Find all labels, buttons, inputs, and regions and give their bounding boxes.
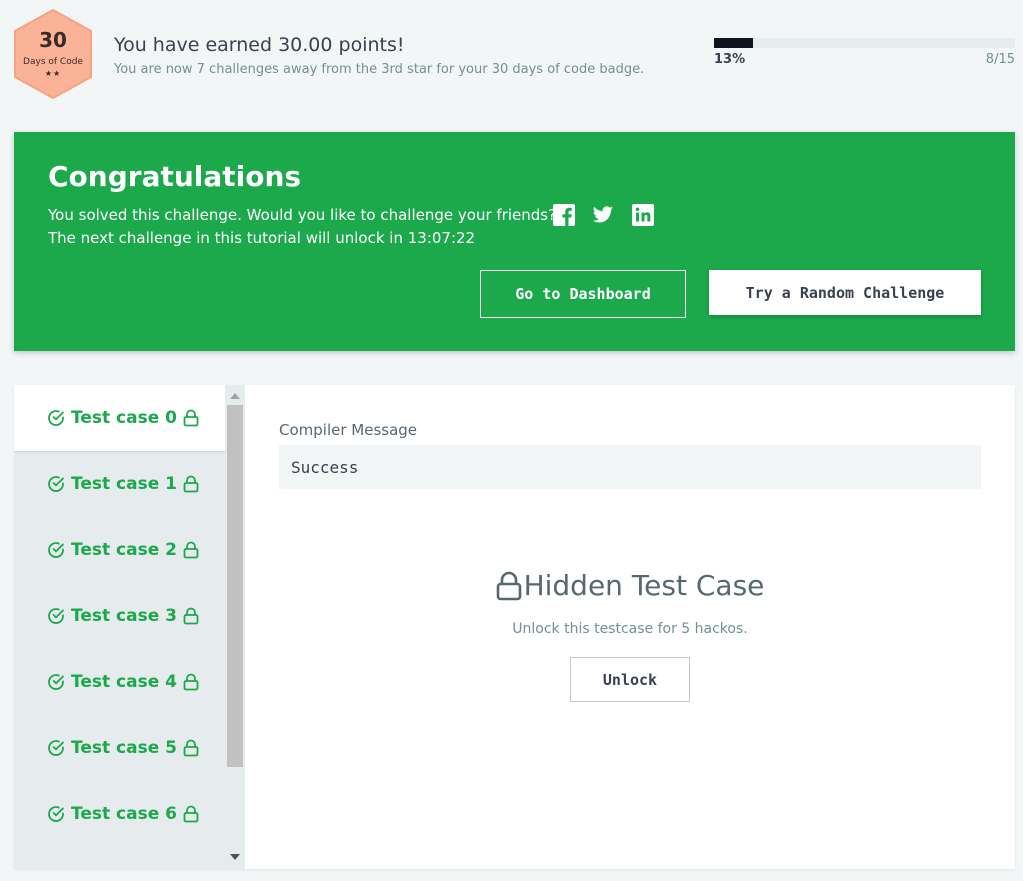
compiler-message-label: Compiler Message [279, 421, 418, 439]
test-case-label: Test case 4 [71, 672, 177, 692]
twitter-icon[interactable] [592, 204, 614, 226]
challenge-friends-text: You solved this challenge. Would you lik… [48, 206, 557, 224]
check-circle-icon [47, 475, 65, 493]
badge-number: 30 [39, 28, 67, 52]
compiler-message-text: Success [291, 457, 359, 477]
scroll-down-arrow-icon[interactable] [230, 854, 240, 860]
lock-icon [183, 805, 199, 823]
test-case-label: Test case 5 [71, 738, 177, 758]
points-earned-title: You have earned 30.00 points! [114, 34, 405, 56]
badge-stars: ★★ [44, 69, 62, 78]
tab-test-case-4[interactable]: Test case 4 [14, 649, 225, 715]
tab-test-case-3[interactable]: Test case 3 [14, 583, 225, 649]
lock-icon [496, 571, 521, 600]
compiler-message-box: Success [279, 445, 981, 489]
check-circle-icon [47, 805, 65, 823]
points-earned-subtitle: You are now 7 challenges away from the 3… [114, 62, 645, 77]
lock-icon [183, 673, 199, 691]
next-challenge-unlock-text: The next challenge in this tutorial will… [48, 229, 476, 247]
scrollbar-thumb[interactable] [227, 405, 243, 767]
lock-icon [183, 739, 199, 757]
tab-test-case-5[interactable]: Test case 5 [14, 715, 225, 781]
hidden-test-case-heading: Hidden Test Case [245, 569, 1015, 602]
badge-caption: Days of Code [23, 57, 83, 67]
linkedin-icon[interactable] [632, 204, 654, 226]
lock-icon [183, 607, 199, 625]
tab-test-case-6[interactable]: Test case 6 [14, 781, 225, 847]
test-case-label: Test case 1 [71, 474, 177, 494]
facebook-icon[interactable] [553, 204, 575, 226]
hidden-test-case-title: Hidden Test Case [523, 569, 765, 602]
lock-icon [183, 475, 199, 493]
tab-test-case-1[interactable]: Test case 1 [14, 451, 225, 517]
check-circle-icon [47, 409, 65, 427]
days-of-code-badge: 30 Days of Code ★★ [12, 8, 94, 100]
test-case-label: Test case 0 [71, 408, 177, 428]
badge-hexagon-icon [14, 8, 92, 100]
test-case-label: Test case 2 [71, 540, 177, 560]
tab-test-case-2[interactable]: Test case 2 [14, 517, 225, 583]
test-results-panel: Test case 0 Test case 1 Test case 2 Test ca… [14, 385, 1015, 869]
test-case-list: Test case 0 Test case 1 Test case 2 Test ca… [14, 385, 225, 869]
test-case-detail: Compiler Message Success Hidden Test Cas… [245, 385, 1015, 869]
tab-test-case-0[interactable]: Test case 0 [14, 385, 225, 451]
check-circle-icon [47, 607, 65, 625]
top-bar: 30 Days of Code ★★ You have earned 30.00… [0, 0, 1023, 110]
congratulations-banner: Congratulations You solved this challeng… [14, 132, 1015, 351]
test-case-label: Test case 6 [71, 804, 177, 824]
lock-icon [183, 409, 199, 427]
check-circle-icon [47, 673, 65, 691]
try-random-challenge-button[interactable]: Try a Random Challenge [709, 270, 981, 315]
go-to-dashboard-button[interactable]: Go to Dashboard [480, 270, 686, 318]
unlock-button[interactable]: Unlock [570, 657, 690, 702]
unlock-cost-text: Unlock this testcase for 5 hackos. [512, 621, 748, 637]
congratulations-title: Congratulations [48, 160, 302, 193]
test-case-label: Test case 3 [71, 606, 177, 626]
progress-track [714, 38, 1015, 48]
progress-fill [714, 38, 753, 48]
progress-percent: 13% [714, 52, 746, 67]
check-circle-icon [47, 541, 65, 559]
badge-progress: 13% 8/15 [714, 38, 1015, 67]
lock-icon [183, 541, 199, 559]
scroll-up-arrow-icon[interactable] [230, 393, 240, 399]
check-circle-icon [47, 739, 65, 757]
progress-count: 8/15 [985, 52, 1015, 67]
test-case-scrollbar[interactable] [225, 385, 245, 869]
